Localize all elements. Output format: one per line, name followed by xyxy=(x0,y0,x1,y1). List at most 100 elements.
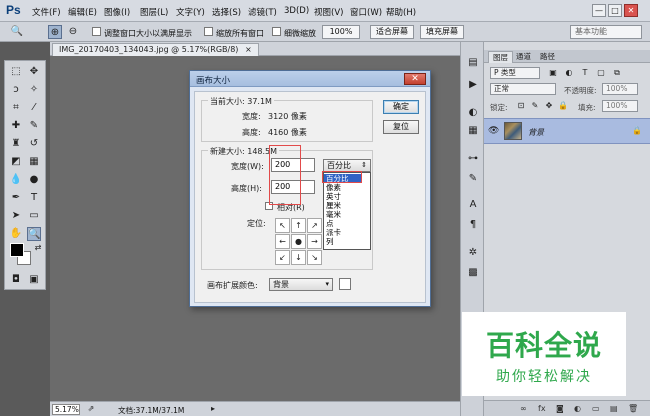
clone-stamp-tool-icon[interactable]: ♜ xyxy=(9,137,23,151)
resize-window-checkbox[interactable] xyxy=(92,27,101,36)
unit-option-cm[interactable]: 厘米 xyxy=(326,201,341,210)
filter-shape-icon[interactable]: ▢ xyxy=(594,66,608,80)
new-layer-icon[interactable]: ▤ xyxy=(610,404,618,413)
zoom-100-button[interactable]: 100% xyxy=(322,25,360,39)
menu-view[interactable]: 视图(V) xyxy=(314,6,343,18)
unit-option-columns[interactable]: 列 xyxy=(326,237,334,246)
hand-tool-icon[interactable]: ✋ xyxy=(9,227,23,241)
anchor-top-left[interactable]: ↖ xyxy=(275,218,290,233)
menu-image[interactable]: 图像(I) xyxy=(104,6,130,18)
filter-adjust-icon[interactable]: ◐ xyxy=(562,66,576,80)
menu-file[interactable]: 文件(F) xyxy=(32,6,61,18)
filter-type-icon[interactable]: T xyxy=(578,66,592,80)
healing-brush-tool-icon[interactable]: ✚ xyxy=(9,119,23,133)
character-panel-icon[interactable]: A xyxy=(466,198,480,212)
unit-option-picas[interactable]: 派卡 xyxy=(326,228,341,237)
lock-position-icon[interactable]: ✥ xyxy=(542,99,556,113)
screen-mode-icon[interactable]: ▣ xyxy=(27,273,41,287)
reset-button[interactable]: 复位 xyxy=(383,120,419,134)
eraser-tool-icon[interactable]: ◩ xyxy=(9,155,23,169)
scrubby-zoom-checkbox[interactable] xyxy=(272,27,281,36)
close-window-button[interactable]: ✕ xyxy=(624,4,638,17)
dodge-tool-icon[interactable]: ● xyxy=(27,173,41,187)
layer-comps-panel-icon[interactable]: ▩ xyxy=(466,266,480,280)
swap-colors-icon[interactable]: ⇄ xyxy=(31,241,45,255)
menu-select[interactable]: 选择(S) xyxy=(212,6,241,18)
layer-style-icon[interactable]: fx xyxy=(538,404,546,413)
adjustments-panel-icon[interactable]: ⊶ xyxy=(466,152,480,166)
zoom-tool-preset-icon[interactable]: 🔍 xyxy=(10,25,24,39)
anchor-bottom-left[interactable]: ↙ xyxy=(275,250,290,265)
ok-button[interactable]: 确定 xyxy=(383,100,419,114)
maximize-button[interactable]: □ xyxy=(608,4,622,17)
lock-all-icon[interactable]: 🔒 xyxy=(556,99,570,113)
swatches-panel-icon[interactable]: ▦ xyxy=(466,124,480,138)
menu-3d[interactable]: 3D(D) xyxy=(284,6,309,16)
menu-type[interactable]: 文字(Y) xyxy=(176,6,205,18)
rectangle-tool-icon[interactable]: ▭ xyxy=(27,209,41,223)
filter-pixel-icon[interactable]: ▣ xyxy=(546,66,560,80)
lock-transparent-icon[interactable]: ⊡ xyxy=(514,99,528,113)
foreground-color-swatch[interactable] xyxy=(10,243,24,257)
pen-tool-icon[interactable]: ✒ xyxy=(9,191,23,205)
filter-smart-icon[interactable]: ⧉ xyxy=(610,66,624,80)
delete-layer-icon[interactable]: 🗑 xyxy=(628,404,638,413)
type-tool-icon[interactable]: T xyxy=(27,191,41,205)
magic-wand-tool-icon[interactable]: ✧ xyxy=(27,83,41,97)
history-brush-tool-icon[interactable]: ↺ xyxy=(27,137,41,151)
menu-help[interactable]: 帮助(H) xyxy=(386,6,416,18)
anchor-top-right[interactable]: ↗ xyxy=(307,218,322,233)
actions-panel-icon[interactable]: ▶ xyxy=(466,78,480,92)
unit-option-inches[interactable]: 英寸 xyxy=(326,192,341,201)
history-panel-icon[interactable]: ▤ xyxy=(466,56,480,70)
adjustment-layer-icon[interactable]: ◐ xyxy=(574,404,581,413)
add-mask-icon[interactable]: ◙ xyxy=(556,404,564,413)
zoom-all-checkbox[interactable] xyxy=(204,27,213,36)
lasso-tool-icon[interactable]: ↄ xyxy=(9,83,23,97)
zoom-in-icon[interactable]: ⊕ xyxy=(48,25,62,39)
link-layers-icon[interactable]: ∞ xyxy=(520,404,527,413)
gradient-tool-icon[interactable]: ▦ xyxy=(27,155,41,169)
blur-tool-icon[interactable]: 💧 xyxy=(9,173,23,187)
extension-color-select[interactable]: 背景 ▾ xyxy=(269,278,333,291)
unit-option-pixels[interactable]: 像素 xyxy=(326,183,341,192)
zoom-level-field[interactable]: 5.17% xyxy=(52,404,80,415)
fit-screen-button[interactable]: 适合屏幕 xyxy=(370,25,414,39)
zoom-tool-icon[interactable]: 🔍 xyxy=(27,227,41,241)
lock-image-icon[interactable]: ✎ xyxy=(528,99,542,113)
anchor-center[interactable]: ● xyxy=(291,234,306,249)
styles-panel-icon[interactable]: ✲ xyxy=(466,246,480,260)
menu-layer[interactable]: 图层(L) xyxy=(140,6,168,18)
opacity-field[interactable]: 100% xyxy=(602,83,638,95)
minimize-button[interactable]: — xyxy=(592,4,606,17)
dialog-close-button[interactable]: ✕ xyxy=(404,73,426,85)
new-group-icon[interactable]: ▭ xyxy=(592,404,600,413)
brush-tool-icon[interactable]: ✎ xyxy=(27,119,41,133)
menu-edit[interactable]: 编辑(E) xyxy=(68,6,97,18)
tab-paths[interactable]: 路径 xyxy=(536,51,559,63)
extension-color-swatch[interactable] xyxy=(339,278,351,290)
move-tool-icon[interactable]: ✥ xyxy=(27,65,41,79)
status-menu-arrow-icon[interactable]: ▸ xyxy=(206,402,220,416)
layer-kind-select[interactable]: P 类型 xyxy=(490,67,540,79)
marquee-tool-icon[interactable]: ⬚ xyxy=(9,65,23,79)
anchor-bottom[interactable]: ↓ xyxy=(291,250,306,265)
fill-screen-button[interactable]: 填充屏幕 xyxy=(420,25,464,39)
dialog-title-bar[interactable]: 画布大小 ✕ xyxy=(190,71,430,87)
document-tab-close-icon[interactable]: × xyxy=(245,45,252,54)
paragraph-panel-icon[interactable]: ¶ xyxy=(466,218,480,232)
unit-option-mm[interactable]: 毫米 xyxy=(326,210,341,219)
color-panel-icon[interactable]: ◐ xyxy=(466,106,480,120)
anchor-left[interactable]: ← xyxy=(275,234,290,249)
workspace-select[interactable]: 基本功能 xyxy=(570,25,642,39)
anchor-top[interactable]: ↑ xyxy=(291,218,306,233)
layer-row-background[interactable]: 👁 背景 🔒 xyxy=(484,118,650,144)
visibility-eye-icon[interactable]: 👁 xyxy=(488,126,499,136)
blend-mode-select[interactable]: 正常 xyxy=(490,83,556,95)
anchor-right[interactable]: → xyxy=(307,234,322,249)
document-tab[interactable]: IMG_20170403_134043.jpg @ 5.17%(RGB/8) × xyxy=(52,43,259,56)
crop-tool-icon[interactable]: ⌗ xyxy=(9,101,23,115)
tab-layers[interactable]: 图层 xyxy=(488,51,513,63)
menu-filter[interactable]: 滤镜(T) xyxy=(248,6,277,18)
quick-mask-icon[interactable]: ◘ xyxy=(9,273,23,287)
